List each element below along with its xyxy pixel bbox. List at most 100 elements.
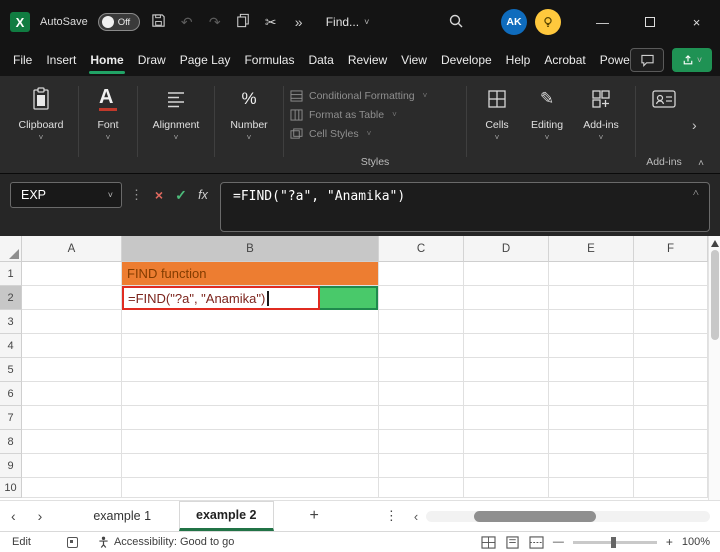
search-icon[interactable] <box>448 13 464 34</box>
tab-formulas[interactable]: Formulas <box>237 44 301 76</box>
copy-icon[interactable] <box>234 13 252 31</box>
macro-record-icon[interactable] <box>66 536 78 548</box>
cell[interactable] <box>122 430 379 454</box>
tab-developer[interactable]: Develope <box>434 44 499 76</box>
row-header-4[interactable]: 4 <box>0 334 22 358</box>
cancel-button[interactable]: × <box>148 182 170 208</box>
cell[interactable] <box>22 478 122 498</box>
row-header-7[interactable]: 7 <box>0 406 22 430</box>
tab-acrobat[interactable]: Acrobat <box>537 44 592 76</box>
lightbulb-icon[interactable] <box>535 9 561 35</box>
ribbon-expand-icon[interactable]: › <box>692 117 697 133</box>
autosave-toggle[interactable]: Off <box>97 13 140 31</box>
row-header-9[interactable]: 9 <box>0 454 22 478</box>
cell[interactable] <box>634 310 708 334</box>
tab-data[interactable]: Data <box>301 44 340 76</box>
sheet-tab-example-2[interactable]: example 2 <box>179 501 274 531</box>
column-header-B[interactable]: B <box>122 236 379 262</box>
cell[interactable] <box>122 454 379 478</box>
cell-E1[interactable] <box>549 262 634 286</box>
page-layout-view-icon[interactable] <box>505 535 520 549</box>
cell[interactable] <box>464 358 549 382</box>
ribbon-collapse-icon[interactable]: ˄ <box>698 158 704 169</box>
cell-E2[interactable] <box>549 286 634 310</box>
cell[interactable] <box>464 478 549 498</box>
cell-F1[interactable] <box>634 262 708 286</box>
sheet-nav-right-icon[interactable]: › <box>27 508 54 524</box>
row-header-5[interactable]: 5 <box>0 358 22 382</box>
row-header-6[interactable]: 6 <box>0 382 22 406</box>
horizontal-scrollbar[interactable] <box>426 510 710 522</box>
column-header-D[interactable]: D <box>464 236 549 262</box>
cell[interactable] <box>379 310 464 334</box>
cell[interactable] <box>549 310 634 334</box>
column-header-F[interactable]: F <box>634 236 708 262</box>
cell-A1[interactable] <box>22 262 122 286</box>
cell-D2[interactable] <box>464 286 549 310</box>
enter-button[interactable]: ✓ <box>170 182 192 208</box>
sheet-options-icon[interactable]: ⋮ <box>385 508 398 524</box>
cell[interactable] <box>22 358 122 382</box>
zoom-percentage[interactable]: 100% <box>682 536 710 548</box>
cell[interactable] <box>379 454 464 478</box>
cell[interactable] <box>549 334 634 358</box>
tab-page-layout[interactable]: Page Lay <box>173 44 238 76</box>
row-header-8[interactable]: 8 <box>0 430 22 454</box>
addins-group[interactable]: Add-ins ˅ <box>573 76 629 173</box>
formula-bar-collapse-icon[interactable]: ˄ <box>693 186 699 199</box>
cell[interactable] <box>379 478 464 498</box>
editing-group[interactable]: ✎ Editing ˅ <box>521 76 573 173</box>
formula-bar-drag-handle[interactable]: ⋮ <box>130 187 143 203</box>
horizontal-scrollbar-thumb[interactable] <box>474 510 597 522</box>
cell[interactable] <box>634 406 708 430</box>
row-header-10[interactable]: 10 <box>0 478 22 498</box>
column-header-A[interactable]: A <box>22 236 122 262</box>
cell[interactable] <box>549 454 634 478</box>
redo-icon[interactable]: ↷ <box>206 14 224 31</box>
find-dropdown[interactable]: Find... ˅ <box>326 15 370 29</box>
comments-button[interactable] <box>630 48 664 72</box>
name-box[interactable]: EXP ˅ <box>10 182 122 208</box>
cells-group[interactable]: Cells ˅ <box>473 76 521 173</box>
cell[interactable] <box>549 478 634 498</box>
sheet-tab-example-1[interactable]: example 1 <box>79 509 165 523</box>
normal-view-icon[interactable] <box>481 535 496 549</box>
cell[interactable] <box>634 430 708 454</box>
cell[interactable] <box>464 382 549 406</box>
zoom-in-button[interactable]: + <box>666 535 673 549</box>
select-all-corner[interactable] <box>0 236 22 262</box>
cell[interactable] <box>22 382 122 406</box>
cell[interactable] <box>122 406 379 430</box>
cell[interactable] <box>122 478 379 498</box>
cell-D1[interactable] <box>464 262 549 286</box>
cell[interactable] <box>379 382 464 406</box>
tab-insert[interactable]: Insert <box>39 44 83 76</box>
cell[interactable] <box>22 334 122 358</box>
row-header-1[interactable]: 1 <box>0 262 22 286</box>
cell-B2[interactable]: =FIND("?a", "Anamika") <box>122 286 379 310</box>
cut-icon[interactable]: ✂ <box>262 14 280 31</box>
save-icon[interactable] <box>150 13 168 31</box>
cell[interactable] <box>22 310 122 334</box>
cell[interactable] <box>464 430 549 454</box>
cell[interactable] <box>549 358 634 382</box>
row-header-3[interactable]: 3 <box>0 310 22 334</box>
addins-secondary-group[interactable]: Add-ins <box>642 76 686 173</box>
cell[interactable] <box>634 382 708 406</box>
cell-styles-button[interactable]: Cell Styles ˅ <box>290 124 460 143</box>
sheet-nav-left-icon[interactable]: ‹ <box>0 508 27 524</box>
tab-file[interactable]: File <box>6 44 39 76</box>
cell[interactable] <box>634 478 708 498</box>
cell[interactable] <box>122 382 379 406</box>
cell-C2[interactable] <box>379 286 464 310</box>
column-header-C[interactable]: C <box>379 236 464 262</box>
column-header-E[interactable]: E <box>549 236 634 262</box>
vertical-scrollbar[interactable] <box>708 236 720 500</box>
cell[interactable] <box>122 334 379 358</box>
tab-draw[interactable]: Draw <box>131 44 173 76</box>
tab-help[interactable]: Help <box>499 44 538 76</box>
alignment-group[interactable]: Alignment ˅ <box>144 76 208 173</box>
toolbar-overflow-icon[interactable]: » <box>290 14 308 30</box>
tab-view[interactable]: View <box>394 44 434 76</box>
maximize-button[interactable] <box>626 0 673 44</box>
